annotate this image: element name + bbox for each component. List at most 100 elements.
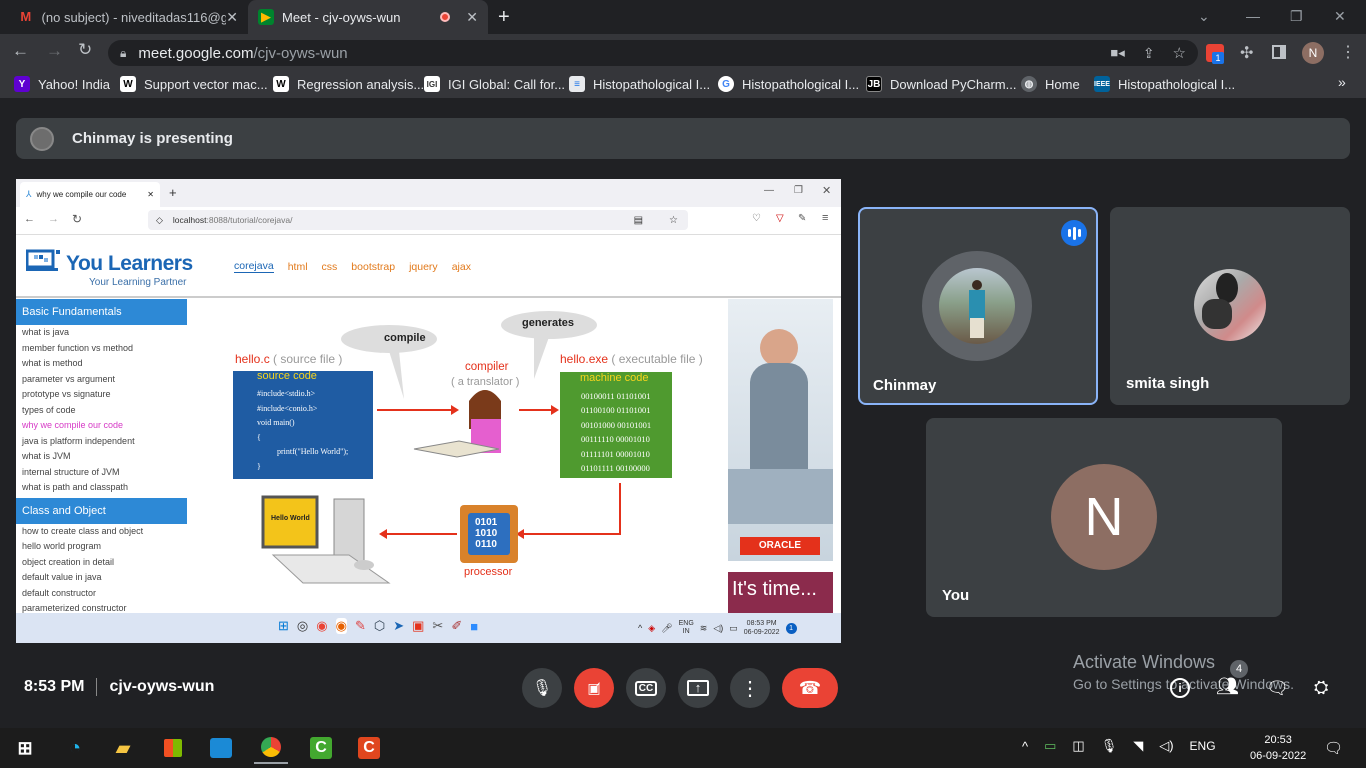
- forward-icon[interactable]: →: [46, 41, 63, 61]
- taskbar-clock[interactable]: 20:53 06-09-2022: [1250, 732, 1306, 764]
- restore-button[interactable]: ❐: [1290, 8, 1303, 25]
- code-line: printf("Hello World");: [277, 447, 349, 456]
- bookmark-item[interactable]: W Regression analysis...: [273, 70, 424, 98]
- participant-tile-you[interactable]: N You: [926, 418, 1282, 617]
- section-list: what is java member function vs method wha…: [16, 325, 187, 496]
- bookmark-item[interactable]: JB Download PyCharm...: [866, 70, 1016, 98]
- camera-off-button[interactable]: ▣̸: [574, 668, 614, 708]
- file-explorer-icon[interactable]: ▰: [106, 732, 140, 764]
- leave-call-button[interactable]: ☎︎: [782, 668, 838, 708]
- anydesk-icon: ▣: [412, 618, 425, 633]
- chevron-up-icon: ^: [638, 623, 643, 633]
- binary-line: 00101000 00101001: [581, 419, 652, 430]
- share-icon[interactable]: ⇪: [1143, 45, 1155, 62]
- divider: [96, 678, 98, 696]
- chrome-taskbar-icon[interactable]: [254, 732, 288, 764]
- profile-avatar[interactable]: N: [1302, 42, 1324, 64]
- label-processor: processor: [464, 566, 513, 578]
- sidebar-link: internal structure of JVM: [22, 466, 120, 477]
- menu-kebab-icon[interactable]: ⋮: [1340, 42, 1356, 62]
- wifi-icon: ≋: [699, 622, 708, 633]
- people-count-badge: 4: [1230, 660, 1248, 678]
- source-code-lines: #include<stdio.h> #include<conio.h> void m…: [257, 387, 348, 474]
- bookmark-item[interactable]: ≡ Histopathological I...: [569, 70, 710, 98]
- shared-screen: ⅄ why we compile our code ✕ + — ❐ ✕ ← → …: [16, 179, 841, 643]
- doc-icon: ≡: [569, 76, 585, 92]
- volume-icon: ◁): [713, 622, 724, 633]
- shared-time: 08:53 PM: [746, 620, 777, 627]
- close-icon[interactable]: ✕: [226, 9, 238, 26]
- mic-button[interactable]: 🎙︎: [522, 668, 562, 708]
- bookmark-label: Histopathological I...: [593, 76, 711, 92]
- more-bookmarks-icon[interactable]: »: [1338, 74, 1346, 90]
- language-indicator[interactable]: ENG: [1190, 739, 1216, 753]
- avatar-ring: [922, 251, 1032, 361]
- reload-icon[interactable]: ↻: [78, 40, 92, 60]
- close-window-button[interactable]: ✕: [1334, 8, 1346, 25]
- nav-jquery: jquery: [409, 260, 438, 273]
- people-icon[interactable]: 👥︎: [1216, 676, 1239, 697]
- edge-icon[interactable]: ◔: [58, 732, 92, 764]
- side-panel-icon[interactable]: [1272, 45, 1286, 59]
- participant-tile-chinmay[interactable]: Chinmay: [858, 207, 1098, 405]
- google-icon: G: [718, 76, 734, 92]
- lock-icon: 🔒︎: [120, 45, 127, 60]
- new-tab-icon: +: [169, 185, 177, 200]
- chevron-up-icon[interactable]: ^: [1022, 739, 1028, 754]
- extension-icon[interactable]: 1: [1206, 44, 1224, 64]
- code-line: }: [257, 461, 261, 471]
- bookmark-item[interactable]: W Support vector mac...: [120, 70, 268, 98]
- nav-css: css: [321, 260, 338, 273]
- back-icon[interactable]: ←: [12, 41, 29, 61]
- bookmark-item[interactable]: Y Yahoo! India: [14, 70, 110, 98]
- bookmark-label: Histopathological I...: [1118, 76, 1236, 92]
- bookmark-star-icon[interactable]: ☆: [1173, 44, 1186, 62]
- bookmark-item[interactable]: ◍ Home: [1021, 70, 1080, 98]
- notifications-icon[interactable]: 🗨︎: [1324, 739, 1343, 757]
- minimize-button[interactable]: —: [1246, 8, 1260, 24]
- presenter-avatar: [30, 126, 54, 151]
- dell-icon: ◎: [296, 618, 309, 633]
- participant-tile-smita[interactable]: smita singh: [1110, 207, 1350, 405]
- battery-saver-icon[interactable]: ▭: [1044, 738, 1056, 754]
- captions-button[interactable]: CC: [626, 668, 666, 708]
- volume-tray-icon[interactable]: ◁): [1159, 738, 1173, 754]
- start-button[interactable]: ⊞: [8, 732, 42, 764]
- tool-icon: ✐: [451, 618, 463, 633]
- more-options-button[interactable]: ⋮: [730, 668, 770, 708]
- camera-blocked-icon[interactable]: ■◂: [1110, 45, 1124, 61]
- present-button[interactable]: ↑: [678, 668, 718, 708]
- ad-city: [728, 469, 833, 524]
- new-tab-button[interactable]: +: [498, 6, 510, 29]
- sidebar-link: default value in java: [22, 572, 102, 582]
- chat-icon[interactable]: 🗨︎: [1266, 678, 1289, 699]
- store-icon[interactable]: [156, 732, 190, 764]
- bookmark-item[interactable]: G Histopathological I...: [718, 70, 859, 98]
- binary-line: 00100011 01101001: [581, 391, 651, 401]
- wifi-tray-icon[interactable]: ◥: [1133, 738, 1143, 754]
- mic-tray-icon[interactable]: 🎙︎: [1101, 738, 1118, 754]
- shared-url-rest: :8088/tutorial/corejava/: [206, 215, 293, 225]
- bookmark-item[interactable]: IGI IGI Global: Call for...: [424, 70, 565, 98]
- camtasia-red-icon[interactable]: C: [352, 732, 386, 764]
- activities-icon[interactable]: ⛭: [1314, 677, 1328, 698]
- shared-tab: ⅄ why we compile our code ✕: [20, 182, 160, 207]
- meeting-info: 8:53 PM cjv-oyws-wun: [24, 678, 214, 696]
- tab-search-icon[interactable]: ⌄: [1198, 8, 1210, 25]
- camtasia-green-icon[interactable]: C: [304, 732, 338, 764]
- extensions-puzzle-icon[interactable]: ✣: [1240, 43, 1253, 63]
- tab-gmail[interactable]: M (no subject) - niveditadas116@gr ✕: [8, 0, 248, 34]
- sidebar-link: what is java: [22, 327, 70, 337]
- meet-icon: ▶: [258, 9, 274, 25]
- camera-icon[interactable]: ◫: [1072, 738, 1084, 754]
- pocket-icon: ♡: [752, 213, 761, 224]
- firefox-icon: ◉: [335, 618, 347, 634]
- code-line: #include<conio.h>: [257, 403, 318, 413]
- close-icon[interactable]: ✕: [466, 9, 478, 26]
- address-bar[interactable]: 🔒︎ meet.google.com /cjv-oyws-wun ■◂ ⇪ ☆: [108, 40, 1198, 66]
- jetbrains-icon: JB: [866, 76, 882, 92]
- bookmark-item[interactable]: IEEE Histopathological I...: [1094, 70, 1235, 98]
- info-icon[interactable]: i: [1170, 678, 1190, 698]
- paint-app-icon[interactable]: [204, 732, 238, 764]
- tab-meet[interactable]: ▶ Meet - cjv-oyws-wun ✕: [248, 0, 488, 34]
